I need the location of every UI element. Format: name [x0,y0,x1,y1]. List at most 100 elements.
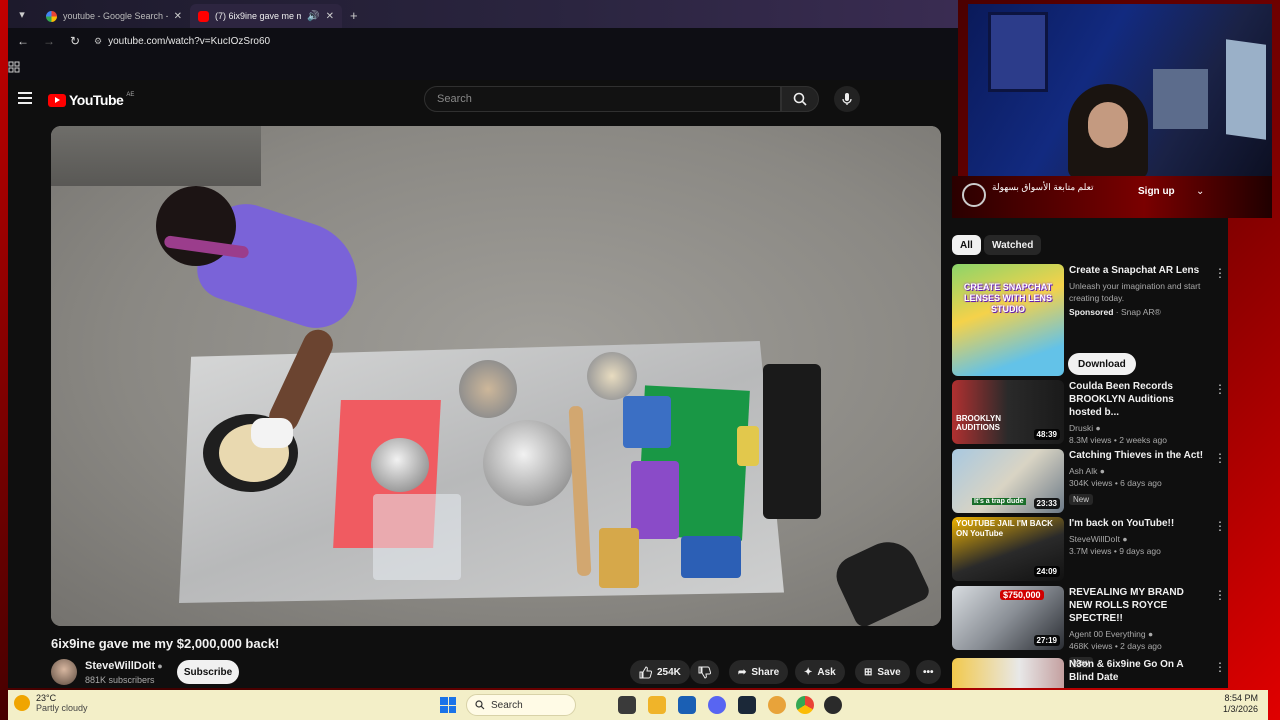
thumbs-up-icon [639,665,652,678]
more-vert-icon[interactable]: ⋮ [1214,660,1222,674]
search-icon [793,92,807,106]
back-icon[interactable]: ← [12,30,34,52]
filter-chip-watched[interactable]: Watched [984,235,1042,255]
video-thumbnail[interactable]: $750,000 27:19 [952,586,1064,650]
task-view-icon[interactable] [618,696,636,714]
list-item[interactable]: YOUTUBE JAIL I'M BACK ON YouTube 24:09 I… [952,517,1226,581]
video-title: 6ix9ine gave me my $2,000,000 back! [51,636,280,651]
rec-title: Catching Thieves in the Act! [1069,450,1204,461]
more-vert-icon[interactable]: ⋮ [1214,382,1226,396]
discord-icon[interactable] [708,696,726,714]
tab-google-search[interactable]: youtube - Google Search - ✕ [38,4,190,28]
rec-channel: Druski [1069,423,1094,433]
channel-name-row[interactable]: SteveWillDoIt ● [85,660,163,672]
taskbar-search[interactable]: Search [466,694,576,716]
reload-icon[interactable]: ↻ [64,30,86,52]
video-duration: 48:39 [1033,429,1060,440]
system-clock[interactable]: 8:54 PM 1/3/2026 [1223,693,1258,715]
obs-icon[interactable] [824,696,842,714]
ask-button[interactable]: ✦ Ask [795,660,845,684]
partly-cloudy-icon [14,695,30,711]
rec-meta: 304K views • 6 days ago [1069,478,1162,488]
tab-search-icon[interactable]: ▾ [12,4,32,24]
ad-text: تعلم متابعة الأسواق بسهولة [992,182,1094,192]
site-info-icon[interactable]: ⚙ [94,36,102,47]
taskbar: 23°C Partly cloudy Search 8:54 PM 1/3/20… [8,690,1268,720]
verified-icon: ● [1122,534,1128,544]
audio-icon[interactable]: 🔊 [307,11,319,22]
search-button[interactable] [781,86,819,112]
temperature: 23°C [36,693,57,703]
list-item[interactable]: It's a trap dude 23:33 Catching Thieves … [952,449,1226,513]
video-thumbnail[interactable] [952,658,1064,688]
forward-icon[interactable]: → [38,30,60,52]
filter-chip-all[interactable]: All [952,235,981,255]
close-tab-icon[interactable]: ✕ [174,11,182,22]
google-icon [46,10,57,22]
voice-search-button[interactable] [834,86,860,112]
address-bar-row: ← → ↻ ⚙ youtube.com/watch?v=KucIOzSro60 [8,28,958,54]
youtube-logo[interactable]: YouTube AE [48,92,134,108]
windows-start-icon[interactable] [440,697,456,713]
list-item[interactable]: N3on & 6ix9ine Go On A Blind Date ⋮ [952,658,1222,688]
tab-strip: ▾ youtube - Google Search - ✕ (7) 6ix9in… [8,0,958,28]
video-player[interactable] [51,126,941,626]
more-icon: ••• [923,666,934,678]
bookmarks-bar [8,54,958,80]
apps-grid-icon[interactable] [8,61,20,73]
list-item[interactable]: BROOKLYN AUDITIONS 48:39 Coulda Been Rec… [952,380,1226,445]
menu-icon[interactable] [18,92,32,107]
video-thumbnail[interactable]: It's a trap dude 23:33 [952,449,1064,513]
rec-title: Coulda Been Records BROOKLYN Auditions h… [1069,381,1174,418]
more-actions-button[interactable]: ••• [916,660,941,684]
chrome-icon[interactable] [796,696,814,714]
rec-title: I'm back on YouTube!! [1069,518,1175,529]
sparkle-icon: ✦ [804,666,813,678]
share-icon: ➦ [738,666,747,678]
share-button[interactable]: ➦ Share [729,660,789,684]
like-button[interactable]: 254K [630,660,690,684]
new-badge: New [1069,494,1094,505]
steam-icon[interactable] [738,696,756,714]
save-button[interactable]: ⊞ Save [855,660,910,684]
more-vert-icon[interactable]: ⋮ [1214,451,1226,465]
dislike-button[interactable] [690,660,719,684]
rec-meta: 3.7M views • 9 days ago [1069,546,1161,556]
store-icon[interactable] [678,696,696,714]
channel-avatar[interactable] [51,659,77,685]
weather-widget[interactable]: 23°C Partly cloudy [14,693,88,713]
advertiser-name: Snap AR® [1120,307,1161,317]
video-thumbnail[interactable]: CREATE SNAPCHAT LENSES WITH LENS STUDIO [952,264,1064,376]
tab-youtube-video[interactable]: (7) 6ix9ine gave me my $2,0 🔊 ✕ [190,4,342,28]
tab-title: (7) 6ix9ine gave me my $2,0 [215,11,302,21]
more-vert-icon[interactable]: ⋮ [1214,519,1226,533]
video-duration: 23:33 [1033,498,1060,509]
download-button[interactable]: Download [1068,353,1136,375]
chevron-down-icon[interactable]: ⌄ [1196,186,1204,197]
more-vert-icon[interactable]: ⋮ [1214,588,1226,602]
clock-time: 8:54 PM [1224,693,1258,703]
subscribe-button[interactable]: Subscribe [177,660,239,684]
like-count: 254K [657,666,681,678]
new-tab-button[interactable]: + [350,8,358,23]
address-bar[interactable]: ⚙ youtube.com/watch?v=KucIOzSro60 [94,36,270,47]
more-vert-icon[interactable]: ⋮ [1214,266,1226,280]
rec-title: Create a Snapchat AR Lens [1069,265,1200,276]
search-input[interactable]: Search [424,86,781,112]
youtube-header: YouTube AE Search [8,80,958,118]
sponsored-ad-item[interactable]: CREATE SNAPCHAT LENSES WITH LENS STUDIO … [952,264,1226,376]
rec-meta: 8.3M views • 2 weeks ago [1069,435,1167,445]
file-explorer-icon[interactable] [648,696,666,714]
list-item[interactable]: $750,000 27:19 REVEALING MY BRAND NEW RO… [952,586,1226,668]
ad-description: Unleash your imagination and start creat… [1069,281,1201,303]
recommendations-panel: All Watched CREATE SNAPCHAT LENSES WITH … [944,218,1228,688]
app-icon[interactable] [768,696,786,714]
ad-banner[interactable]: تعلم متابعة الأسواق بسهولة Sign up ⌄ [952,176,1272,218]
close-tab-icon[interactable]: ✕ [326,11,334,22]
thumbs-down-icon [698,666,711,679]
video-thumbnail[interactable]: YOUTUBE JAIL I'M BACK ON YouTube 24:09 [952,517,1064,581]
signup-button[interactable]: Sign up [1138,186,1175,197]
mic-icon [842,93,852,105]
url-text: youtube.com/watch?v=KucIOzSro60 [108,35,271,47]
video-thumbnail[interactable]: BROOKLYN AUDITIONS 48:39 [952,380,1064,444]
